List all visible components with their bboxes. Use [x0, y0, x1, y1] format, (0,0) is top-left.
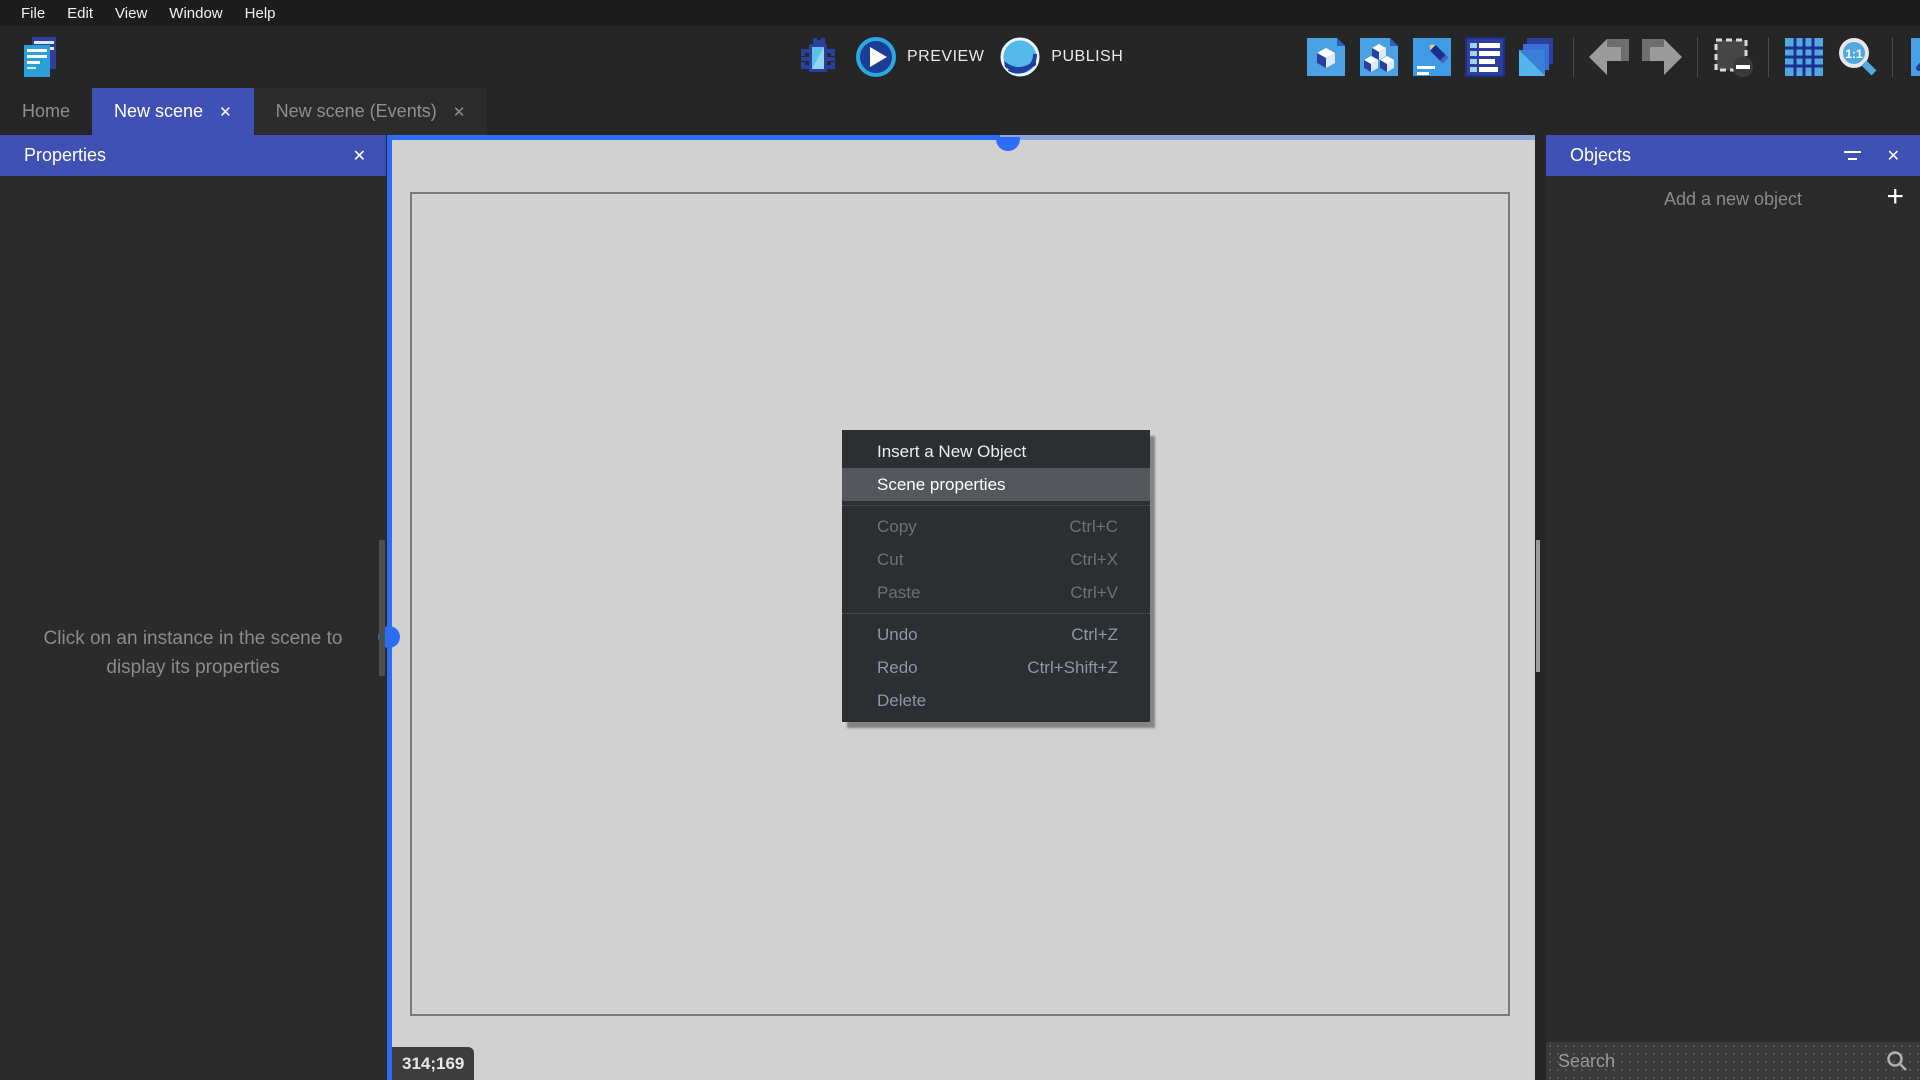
properties-empty-message: Click on an instance in the scene to dis… [43, 624, 343, 682]
splitter-handle-top[interactable] [996, 137, 1020, 151]
project-manager-icon[interactable] [18, 35, 62, 79]
menu-help[interactable]: Help [234, 2, 287, 25]
menu-view[interactable]: View [104, 2, 158, 25]
gdevelop-window: File Edit View Window Help [0, 0, 1920, 1080]
menu-window[interactable]: Window [158, 2, 233, 25]
menu-file[interactable]: File [10, 2, 56, 25]
preview-button[interactable]: PREVIEW [854, 35, 984, 79]
left-scrollbar-thumb[interactable] [379, 540, 385, 676]
objects-panel-title: Objects [1570, 145, 1631, 166]
publish-label: PUBLISH [1051, 48, 1123, 66]
edit-scene-icon[interactable] [1410, 35, 1454, 79]
toolbar-right: 1:1 [1304, 34, 1920, 80]
menu-item-redo[interactable]: Redo Ctrl+Shift+Z [842, 651, 1150, 684]
debug-icon[interactable] [796, 35, 840, 79]
close-icon[interactable]: ✕ [353, 146, 366, 166]
layers-icon[interactable] [1516, 35, 1560, 79]
svg-text:1:1: 1:1 [1845, 47, 1863, 61]
canvas-top-border [387, 135, 1000, 140]
properties-panel-header: Properties ✕ [0, 135, 386, 176]
menu-divider [842, 505, 1150, 506]
undo-icon[interactable] [1587, 35, 1631, 79]
menu-item-delete[interactable]: Delete [842, 684, 1150, 717]
canvas-left-border [387, 135, 392, 1080]
add-new-object-label: Add a new object [1664, 189, 1802, 210]
menu-item-undo[interactable]: Undo Ctrl+Z [842, 618, 1150, 651]
toolbar-separator [1892, 37, 1893, 77]
canvas-top-border-muted [1000, 135, 1535, 140]
setup-icon[interactable] [1906, 35, 1920, 79]
tab-close-icon[interactable]: ✕ [219, 103, 232, 121]
cursor-coordinates-badge: 314;169 [392, 1047, 474, 1080]
publish-icon [998, 35, 1042, 79]
grid-icon[interactable] [1782, 35, 1826, 79]
menu-item-copy[interactable]: Copy Ctrl+C [842, 510, 1150, 543]
scene-properties-icon[interactable] [1304, 35, 1348, 79]
menu-item-cut[interactable]: Cut Ctrl+X [842, 543, 1150, 576]
toolbar-separator [1573, 37, 1574, 77]
tab-new-scene-events-label: New scene (Events) [276, 101, 437, 122]
objects-search-bar [1546, 1042, 1920, 1080]
tab-home[interactable]: Home [0, 88, 92, 135]
filter-icon[interactable] [1844, 151, 1861, 160]
events-sheet-icon[interactable] [1463, 35, 1507, 79]
tabbar: Home New scene ✕ New scene (Events) ✕ [0, 88, 1920, 135]
right-scrollbar-thumb[interactable] [1536, 540, 1540, 672]
redo-icon[interactable] [1640, 35, 1684, 79]
search-input[interactable] [1558, 1051, 1886, 1072]
search-icon[interactable] [1886, 1050, 1908, 1072]
objects-panel: Objects ✕ Add a new object + [1546, 135, 1920, 1080]
menu-item-insert-new-object[interactable]: Insert a New Object [842, 435, 1150, 468]
close-icon[interactable]: ✕ [1887, 146, 1900, 166]
preview-play-icon [854, 35, 898, 79]
toolbar-separator [1768, 37, 1769, 77]
objects-list-icon[interactable] [1357, 35, 1401, 79]
context-menu: Insert a New Object Scene properties Cop… [842, 430, 1150, 722]
plus-icon[interactable]: + [1886, 182, 1904, 212]
properties-panel: Properties ✕ Click on an instance in the… [0, 135, 386, 1080]
properties-panel-title: Properties [24, 145, 106, 166]
zoom-1-1-icon[interactable]: 1:1 [1835, 35, 1879, 79]
add-new-object-row[interactable]: Add a new object + [1546, 176, 1920, 222]
publish-button[interactable]: PUBLISH [998, 35, 1123, 79]
menu-item-paste[interactable]: Paste Ctrl+V [842, 576, 1150, 609]
tab-home-label: Home [22, 101, 70, 122]
properties-panel-body: Click on an instance in the scene to dis… [0, 176, 386, 1080]
tab-new-scene[interactable]: New scene ✕ [92, 88, 254, 135]
tab-close-icon[interactable]: ✕ [453, 103, 466, 121]
toolbar-center: PREVIEW PUBLISH [796, 34, 1123, 80]
tab-new-scene-events[interactable]: New scene (Events) ✕ [254, 88, 488, 135]
deselect-icon[interactable] [1711, 35, 1755, 79]
menu-edit[interactable]: Edit [56, 2, 104, 25]
objects-panel-header: Objects ✕ [1546, 135, 1920, 176]
toolbar: PREVIEW PUBLISH [0, 26, 1920, 88]
toolbar-separator [1697, 37, 1698, 77]
menubar: File Edit View Window Help [0, 0, 1920, 26]
preview-label: PREVIEW [907, 48, 984, 66]
tab-new-scene-label: New scene [114, 101, 203, 122]
menu-item-scene-properties[interactable]: Scene properties [842, 468, 1150, 501]
menu-divider [842, 613, 1150, 614]
